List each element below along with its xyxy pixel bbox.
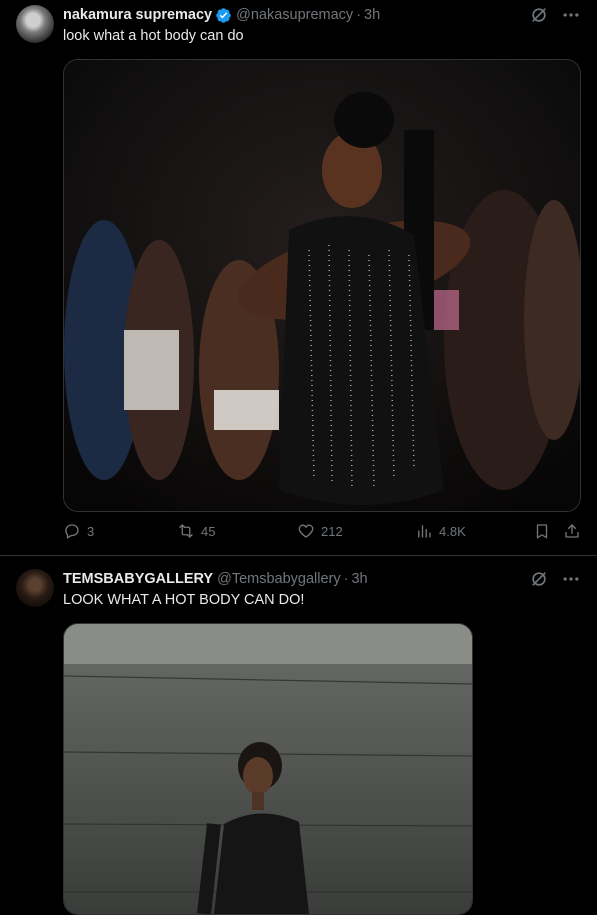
avatar[interactable] [16,5,54,43]
handle[interactable]: @Temsbabygallery [217,571,341,587]
handle[interactable]: @nakasupremacy [236,7,353,23]
reply-count: 3 [87,523,95,539]
display-name[interactable]: TEMSBABYGALLERY [63,571,213,587]
timestamp[interactable]: 3h [351,571,367,587]
tweet-actions: 3 45 212 4.8K [63,522,583,544]
tweet[interactable]: TEMSBABYGALLERY @Temsbabygallery · 3h LO… [0,556,597,915]
tweet-media-video[interactable] [63,59,581,512]
view-count: 4.8K [439,523,466,539]
retweet-count: 45 [201,523,216,539]
tweet-header: nakamura supremacy @nakasupremacy · 3h [63,5,380,25]
display-name[interactable]: nakamura supremacy [63,7,212,23]
views-button[interactable]: 4.8K [415,522,466,540]
avatar[interactable] [16,569,54,607]
retweet-icon [179,524,193,538]
share-button[interactable] [563,522,581,540]
tweet[interactable]: nakamura supremacy @nakasupremacy · 3h l… [0,0,597,556]
video-frame [64,60,580,511]
bookmark-icon [536,524,548,539]
photo [64,624,472,914]
heart-icon [298,524,314,538]
bookmark-button[interactable] [533,522,551,540]
views-icon [418,525,431,538]
share-icon [565,524,579,538]
retweet-button[interactable]: 45 [177,522,215,540]
tweet-text: look what a hot body can do [63,28,244,44]
reply-button[interactable]: 3 [63,522,94,540]
tweet-header: TEMSBABYGALLERY @Temsbabygallery · 3h [63,569,368,589]
grok-icon[interactable] [529,569,549,589]
separator-dot: · [343,571,349,587]
tweet-media-image[interactable] [63,623,473,915]
tweet-text: LOOK WHAT A HOT BODY CAN DO! [63,592,305,608]
timestamp[interactable]: 3h [364,7,380,23]
more-options-icon[interactable] [561,569,581,589]
separator-dot: · [356,7,362,23]
tweet-top-actions [529,5,581,25]
like-count: 212 [321,523,343,539]
more-options-icon[interactable] [561,5,581,25]
grok-icon[interactable] [529,5,549,25]
verified-badge-icon [216,7,231,23]
like-button[interactable]: 212 [297,522,343,540]
reply-icon [65,524,79,539]
tweet-top-actions [529,569,581,589]
